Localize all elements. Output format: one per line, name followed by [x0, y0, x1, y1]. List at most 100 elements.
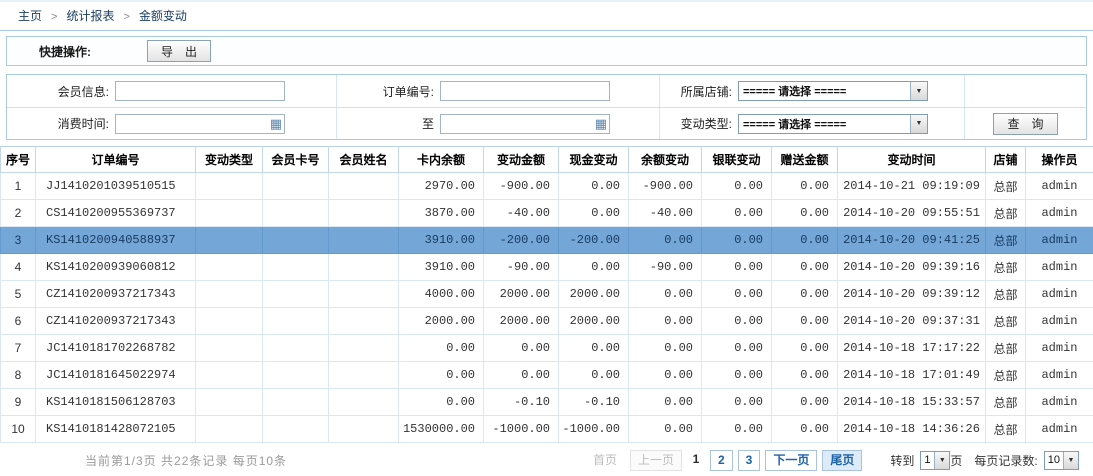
table-cell: 1	[1, 173, 36, 200]
table-cell: 2014-10-20 09:39:16	[838, 254, 986, 281]
table-cell	[329, 173, 399, 200]
table-cell	[196, 227, 263, 254]
table-cell: admin	[1026, 227, 1093, 254]
filter-panel: 会员信息: 订单编号: 所属店铺: ===== 请选择 ===== ▼ 消费时间…	[6, 74, 1087, 140]
table-cell: 7	[1, 335, 36, 362]
breadcrumb: 主页 > 统计报表 > 金额变动	[0, 0, 1093, 31]
table-cell: admin	[1026, 308, 1093, 335]
table-cell: 0.00	[629, 335, 702, 362]
table-row[interactable]: 1JJ14102010395105152970.00-900.000.00-90…	[1, 173, 1093, 200]
table-row[interactable]: 8JC14101816450229740.000.000.000.000.000…	[1, 362, 1093, 389]
table-body: 1JJ14102010395105152970.00-900.000.00-90…	[1, 173, 1093, 443]
page-number-button-3[interactable]: 3	[738, 450, 761, 471]
table-cell: 0.00	[629, 362, 702, 389]
dropdown-arrow-icon: ▼	[910, 115, 927, 133]
table-cell: 0.00	[559, 173, 629, 200]
table-cell: 0.00	[772, 335, 838, 362]
table-cell: -90.00	[484, 254, 559, 281]
column-header: 会员卡号	[263, 147, 329, 173]
table-cell: 0.00	[772, 389, 838, 416]
breadcrumb-separator: >	[51, 11, 57, 23]
quick-operations-bar: 快捷操作: 导 出	[6, 36, 1087, 66]
next-page-button[interactable]: 下一页	[765, 450, 817, 471]
table-cell: 0.00	[484, 335, 559, 362]
table-cell: -900.00	[484, 173, 559, 200]
breadcrumb-reports[interactable]: 统计报表	[66, 9, 114, 23]
consume-time-start-input[interactable]	[115, 114, 285, 134]
table-cell: 5	[1, 281, 36, 308]
table-cell: 0.00	[702, 308, 772, 335]
table-cell: KS1410200939060812	[36, 254, 196, 281]
last-page-button[interactable]: 尾页	[822, 450, 862, 471]
table-cell: 3910.00	[399, 227, 484, 254]
page-number-button-2[interactable]: 2	[710, 450, 733, 471]
table-cell: -0.10	[484, 389, 559, 416]
table-cell: 2014-10-18 17:01:49	[838, 362, 986, 389]
table-cell: 2014-10-21 09:19:09	[838, 173, 986, 200]
table-cell: 0.00	[559, 254, 629, 281]
table-row[interactable]: 7JC14101817022687820.000.000.000.000.000…	[1, 335, 1093, 362]
table-cell: 6	[1, 308, 36, 335]
table-cell	[196, 389, 263, 416]
column-header: 银联变动	[702, 147, 772, 173]
goto-label: 转到	[890, 452, 914, 469]
consume-time-end-input[interactable]	[440, 114, 610, 134]
table-cell: 2000.00	[484, 308, 559, 335]
order-no-input[interactable]	[440, 81, 610, 101]
change-type-select[interactable]: ===== 请选择 ===== ▼	[738, 114, 928, 134]
table-cell	[196, 308, 263, 335]
table-cell: 0.00	[629, 308, 702, 335]
table-cell: 总部	[986, 200, 1026, 227]
breadcrumb-current-page: 金额变动	[139, 9, 187, 23]
order-no-field-group: 订单编号:	[337, 75, 660, 107]
page-numbers: 123	[687, 450, 760, 471]
breadcrumb-home[interactable]: 主页	[18, 9, 42, 23]
table-cell: 0.00	[399, 335, 484, 362]
table-header-row: 序号订单编号变动类型会员卡号会员姓名卡内余额变动金额现金变动余额变动银联变动赠送…	[1, 147, 1093, 173]
table-row[interactable]: 4KS14102009390608123910.00-90.000.00-90.…	[1, 254, 1093, 281]
search-button[interactable]: 查 询	[993, 113, 1057, 135]
column-header: 卡内余额	[399, 147, 484, 173]
table-row[interactable]: 9KS14101815061287030.00-0.10-0.100.000.0…	[1, 389, 1093, 416]
table-cell: -90.00	[629, 254, 702, 281]
table-cell: 0.00	[702, 200, 772, 227]
per-page-select[interactable]: 10 ▼	[1044, 451, 1079, 470]
table-cell: 0.00	[702, 173, 772, 200]
filter-row-2: 消费时间: ▦ 至 ▦ 变动类型: ===== 请选择 ===== ▼ 查 询	[7, 107, 1086, 139]
table-cell: admin	[1026, 389, 1093, 416]
table-cell: CZ1410200937217343	[36, 308, 196, 335]
table-cell: 2014-10-20 09:41:25	[838, 227, 986, 254]
table-row[interactable]: 5CZ14102009372173434000.002000.002000.00…	[1, 281, 1093, 308]
table-cell: 0.00	[702, 254, 772, 281]
table-row[interactable]: 2CS14102009553697373870.00-40.000.00-40.…	[1, 200, 1093, 227]
table-row[interactable]: 6CZ14102009372173432000.002000.002000.00…	[1, 308, 1093, 335]
table-cell: 0.00	[772, 308, 838, 335]
table-cell	[329, 254, 399, 281]
table-cell: -40.00	[484, 200, 559, 227]
table-cell: 2000.00	[399, 308, 484, 335]
table-cell: 0.00	[559, 362, 629, 389]
table-row[interactable]: 10KS14101814280721051530000.00-1000.00-1…	[1, 416, 1093, 443]
table-cell: 2000.00	[559, 281, 629, 308]
calendar-icon[interactable]: ▦	[270, 116, 282, 132]
shop-select[interactable]: ===== 请选择 ===== ▼	[738, 81, 928, 101]
table-cell: CS1410200955369737	[36, 200, 196, 227]
table-cell: KS1410181428072105	[36, 416, 196, 443]
shop-field-group: 所属店铺: ===== 请选择 ===== ▼	[660, 75, 965, 107]
breadcrumb-separator: >	[123, 11, 129, 23]
quick-operations-label: 快捷操作:	[39, 43, 91, 60]
table-cell: 2014-10-18 15:33:57	[838, 389, 986, 416]
member-info-input[interactable]	[115, 81, 285, 101]
table-cell: 4	[1, 254, 36, 281]
filter-empty-cell	[965, 75, 1086, 107]
table-cell	[196, 200, 263, 227]
table-cell: 总部	[986, 281, 1026, 308]
table-cell: 0.00	[772, 416, 838, 443]
table-row[interactable]: 3KS14102009405889373910.00-200.00-200.00…	[1, 227, 1093, 254]
goto-page-select[interactable]: 1 ▼	[920, 451, 950, 470]
table-cell	[263, 200, 329, 227]
calendar-icon[interactable]: ▦	[595, 116, 607, 132]
table-cell	[263, 362, 329, 389]
export-button[interactable]: 导 出	[147, 40, 211, 62]
prev-page-button: 上一页	[630, 450, 682, 471]
